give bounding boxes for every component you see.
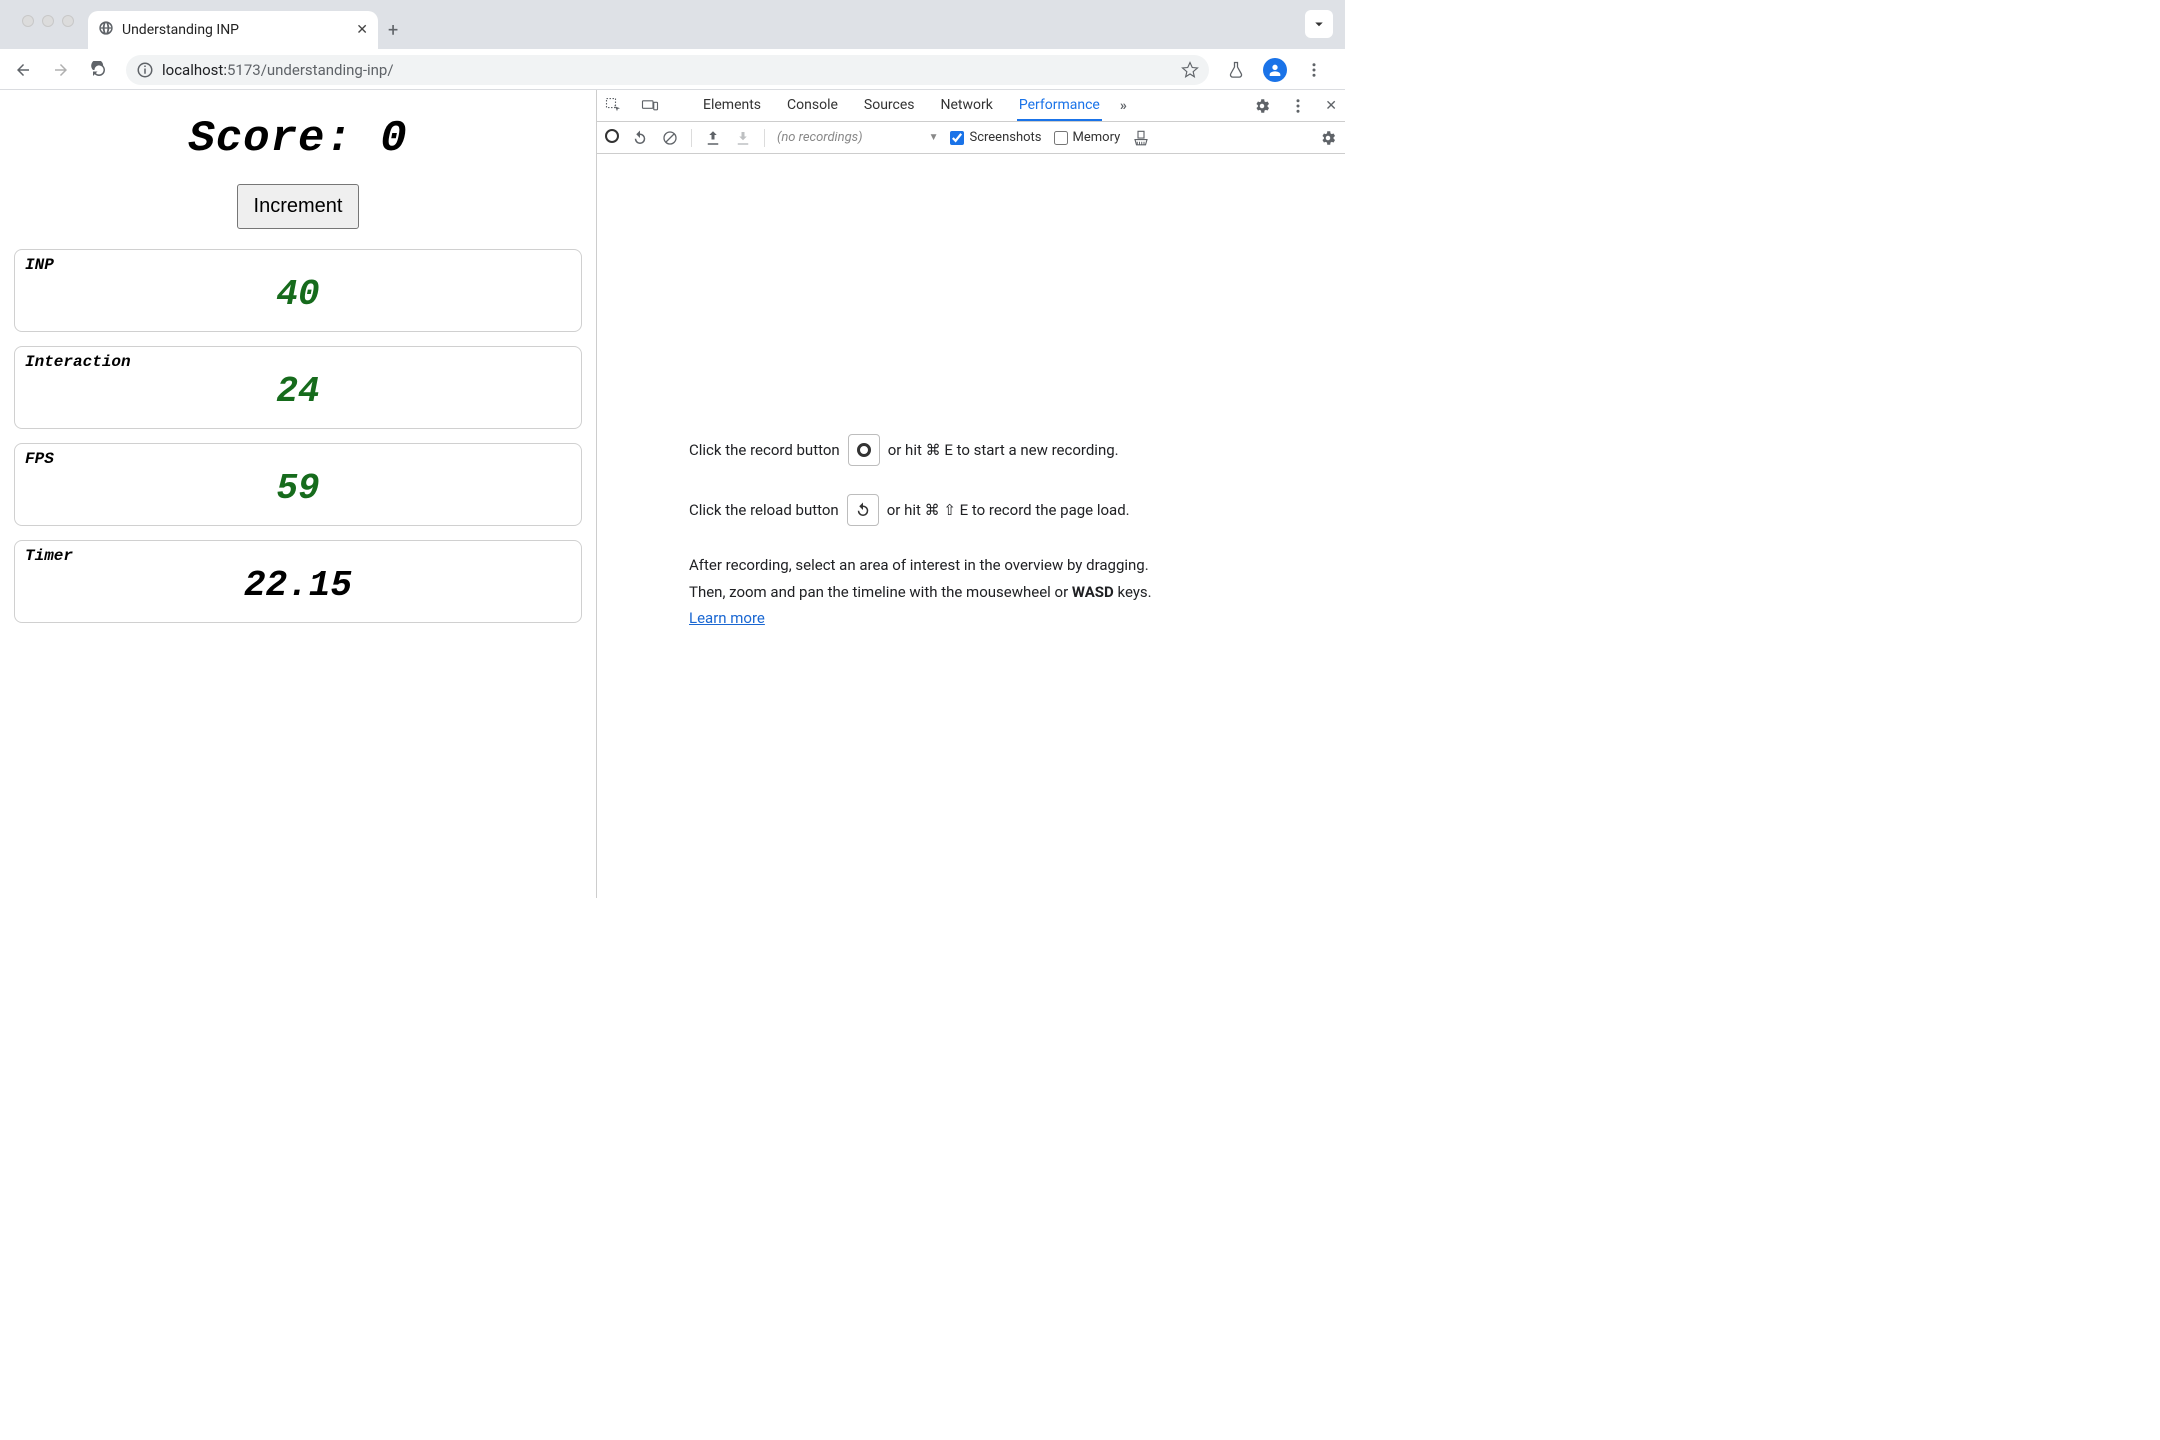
inline-record-icon — [848, 434, 880, 466]
reload-button[interactable] — [82, 53, 116, 87]
metric-value: 40 — [25, 274, 571, 315]
new-tab-button[interactable]: + — [378, 12, 408, 49]
devtools-menu-icon[interactable] — [1289, 97, 1307, 115]
metric-card: FPS59 — [14, 443, 582, 526]
browser-menu-button[interactable] — [1297, 53, 1331, 87]
arrow-right-icon — [52, 61, 70, 79]
upload-button[interactable] — [704, 129, 722, 147]
browser-toolbar: localhost:5173/understanding-inp/ — [0, 50, 1345, 90]
hint-text: Then, zoom and pan the timeline with the… — [689, 581, 1299, 604]
device-toolbar-icon[interactable] — [641, 97, 659, 115]
profile-button[interactable] — [1263, 58, 1287, 82]
perf-body: Click the record button or hit ⌘ E to st… — [597, 154, 1345, 898]
hint-text: After recording, select an area of inter… — [689, 554, 1299, 577]
download-button[interactable] — [734, 129, 752, 147]
upload-icon — [704, 129, 722, 147]
metric-label: Timer — [25, 547, 571, 565]
traffic-min-icon[interactable] — [42, 15, 54, 27]
devtools-tab-network[interactable]: Network — [939, 91, 995, 120]
traffic-close-icon[interactable] — [22, 15, 34, 27]
reload-icon — [90, 61, 108, 79]
hint-text: or hit ⌘ ⇧ E to record the page load. — [887, 499, 1130, 522]
metric-label: FPS — [25, 450, 571, 468]
metric-label: Interaction — [25, 353, 571, 371]
metric-card: Timer22.15 — [14, 540, 582, 623]
more-tabs-icon[interactable]: » — [1120, 98, 1127, 114]
metric-value: 24 — [25, 371, 571, 412]
perf-toolbar: (no recordings) ▼ Screenshots Memory — [597, 122, 1345, 154]
recording-select[interactable]: (no recordings) ▼ — [777, 130, 938, 145]
record-button[interactable] — [605, 129, 619, 147]
forward-button[interactable] — [44, 53, 78, 87]
devtools-tabstrip: Elements Console Sources Network Performance… — [597, 90, 1345, 122]
metric-card: INP40 — [14, 249, 582, 332]
metric-card: Interaction24 — [14, 346, 582, 429]
globe-icon — [98, 20, 114, 40]
tab-overflow-button[interactable] — [1305, 10, 1333, 38]
tab-title: Understanding INP — [122, 22, 239, 38]
learn-more-link[interactable]: Learn more — [689, 609, 765, 627]
metric-label: INP — [25, 256, 571, 274]
record-icon — [605, 129, 619, 143]
score-line: Score: 0 — [14, 114, 582, 164]
close-tab-icon[interactable]: ✕ — [356, 22, 368, 38]
gear-icon — [1319, 129, 1337, 147]
reload-icon — [631, 129, 649, 147]
clear-icon — [661, 129, 679, 147]
recording-select-label: (no recordings) — [777, 130, 863, 145]
labs-button[interactable] — [1219, 53, 1253, 87]
url-text: localhost:5173/understanding-inp/ — [162, 61, 394, 79]
tab-strip: Understanding INP ✕ + — [0, 0, 1345, 50]
inline-reload-icon — [847, 494, 879, 526]
memory-checkbox[interactable]: Memory — [1054, 130, 1121, 145]
gear-icon — [1253, 97, 1271, 115]
inspect-element-icon[interactable] — [605, 97, 623, 115]
devtools-tab-sources[interactable]: Sources — [862, 91, 917, 120]
download-icon — [734, 129, 752, 147]
address-bar[interactable]: localhost:5173/understanding-inp/ — [126, 55, 1209, 85]
devtools-close-icon[interactable]: ✕ — [1325, 98, 1337, 114]
flask-icon — [1227, 61, 1245, 79]
traffic-lights — [10, 0, 88, 49]
back-button[interactable] — [6, 53, 40, 87]
metric-value: 22.15 — [25, 565, 571, 606]
hint-text: Click the record button — [689, 439, 840, 462]
content-split: Score: 0 Increment INP40 Interaction24 FPS… — [0, 90, 1345, 898]
traffic-max-icon[interactable] — [62, 15, 74, 27]
broom-icon — [1132, 129, 1150, 147]
devtools-tab-performance[interactable]: Performance — [1017, 91, 1102, 121]
site-info-icon[interactable] — [136, 61, 154, 79]
bookmark-button[interactable] — [1181, 61, 1199, 79]
devtools-settings-icon[interactable] — [1253, 97, 1271, 115]
page-pane: Score: 0 Increment INP40 Interaction24 FPS… — [0, 90, 597, 898]
devtools-tab-console[interactable]: Console — [785, 91, 840, 120]
browser-tab[interactable]: Understanding INP ✕ — [88, 11, 378, 49]
increment-button[interactable]: Increment — [237, 184, 360, 229]
memory-label: Memory — [1073, 130, 1121, 145]
chevron-down-icon — [1310, 15, 1328, 33]
reload-record-button[interactable] — [631, 129, 649, 147]
kebab-icon — [1289, 97, 1307, 115]
hint-text: or hit ⌘ E to start a new recording. — [888, 439, 1119, 462]
arrow-left-icon — [14, 61, 32, 79]
perf-settings-icon[interactable] — [1319, 129, 1337, 147]
screenshots-checkbox[interactable]: Screenshots — [950, 130, 1041, 145]
metric-value: 59 — [25, 468, 571, 509]
devtools-tab-elements[interactable]: Elements — [701, 91, 763, 120]
devtools-panel: Elements Console Sources Network Performance… — [597, 90, 1345, 898]
person-icon — [1267, 62, 1283, 78]
collect-garbage-button[interactable] — [1132, 129, 1150, 147]
star-icon — [1181, 61, 1199, 79]
kebab-icon — [1305, 61, 1323, 79]
hint-text: Click the reload button — [689, 499, 839, 522]
clear-button[interactable] — [661, 129, 679, 147]
screenshots-label: Screenshots — [969, 130, 1041, 145]
